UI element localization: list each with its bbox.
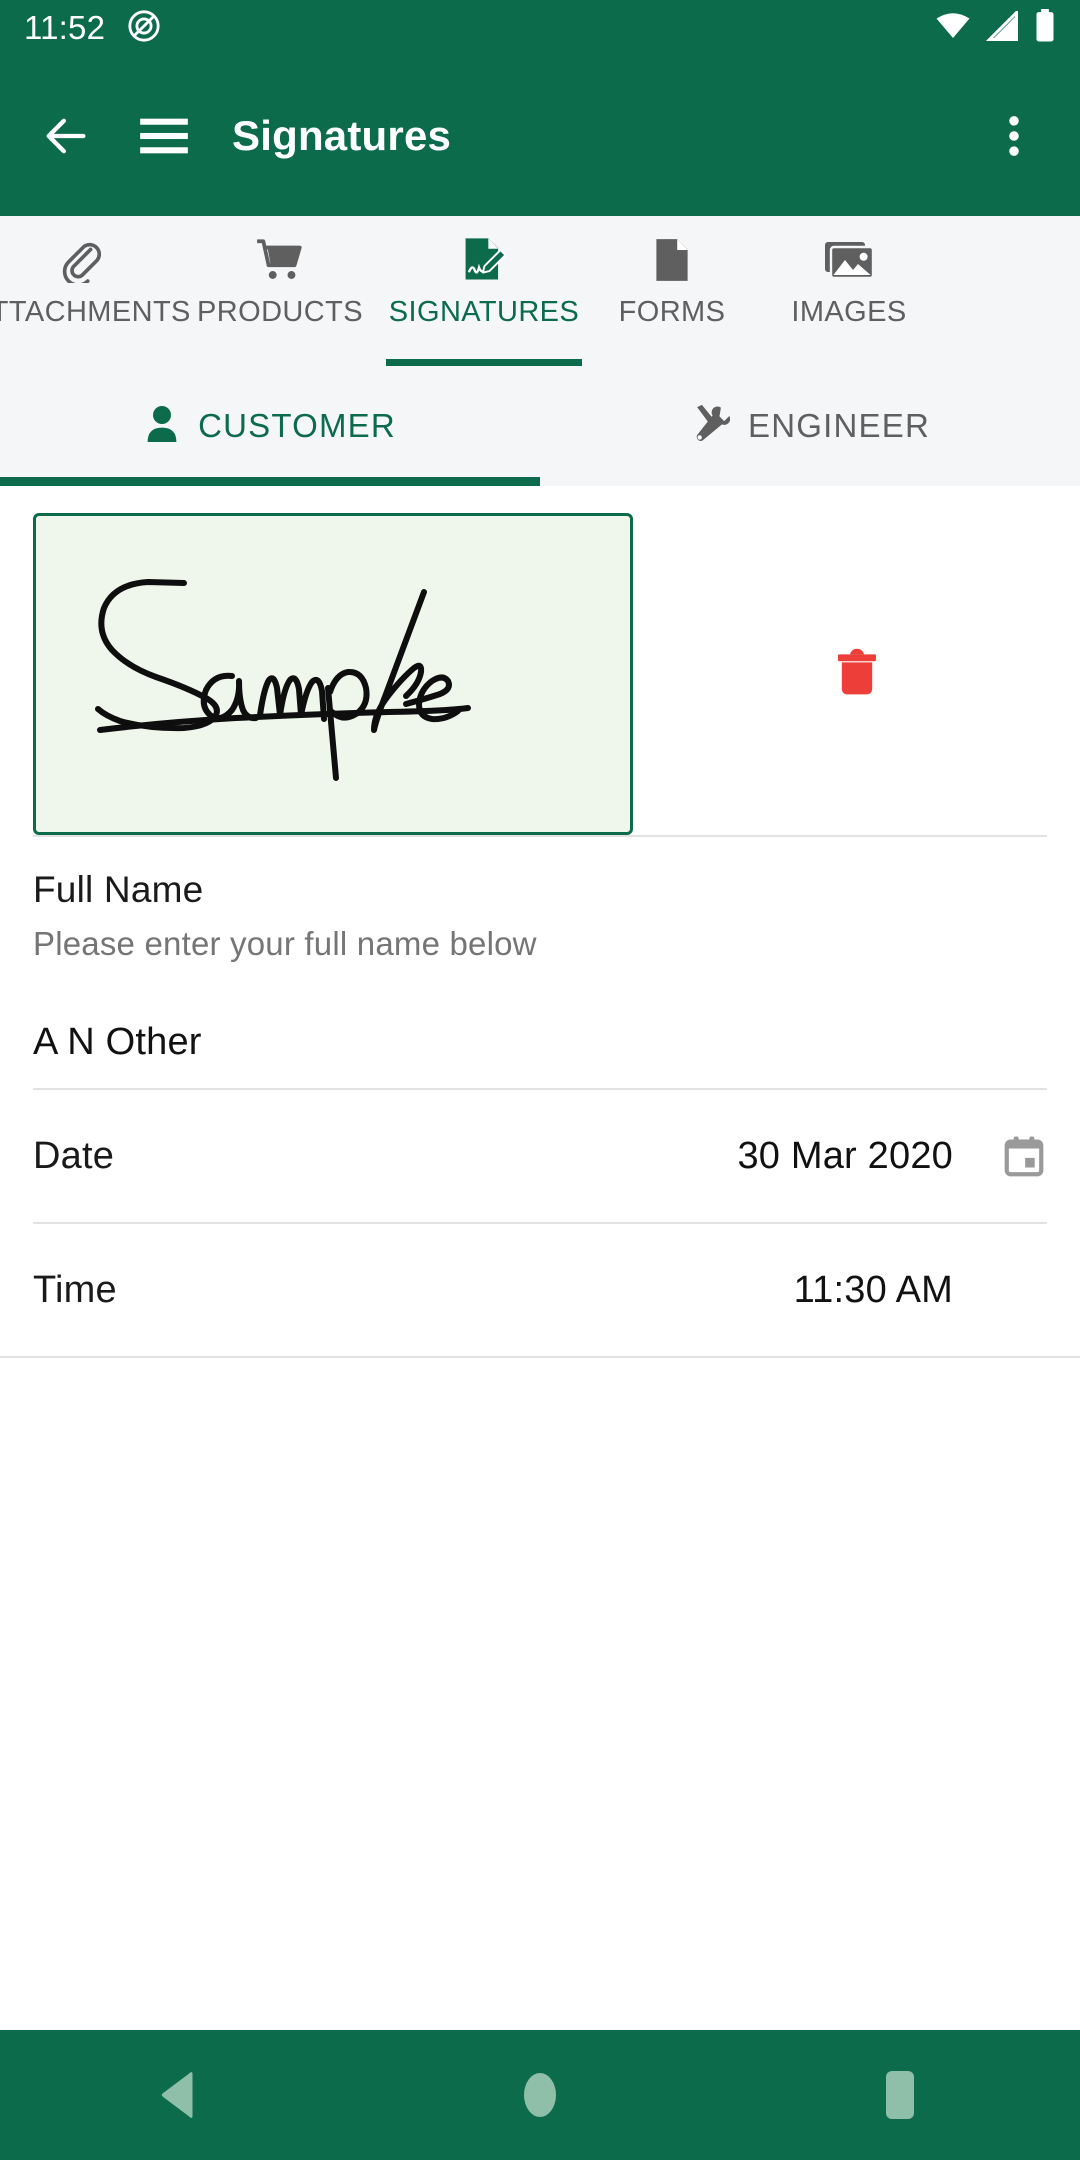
- full-name-hint: Please enter your full name below: [33, 925, 537, 962]
- wifi-icon: [934, 11, 972, 46]
- battery-icon: [1034, 8, 1056, 48]
- tab-products-label: PRODUCTS: [197, 296, 363, 328]
- date-value: 30 Mar 2020: [737, 1134, 953, 1177]
- more-vertical-icon[interactable]: [976, 98, 1052, 174]
- subtab-customer-label: CUSTOMER: [198, 407, 396, 444]
- nav-home-icon[interactable]: [360, 2067, 720, 2123]
- tools-icon: [690, 404, 731, 449]
- status-bar: 11:52: [0, 0, 1080, 56]
- app-bar: Signatures: [0, 56, 1080, 216]
- signature-document-icon: [458, 234, 510, 286]
- subtab-engineer-label: ENGINEER: [748, 407, 930, 444]
- full-name-field: Full Name Please enter your full name be…: [0, 837, 1080, 1088]
- tab-images[interactable]: IMAGES: [754, 216, 944, 366]
- tab-images-label: IMAGES: [791, 296, 907, 328]
- full-name-input[interactable]: A N Other: [33, 1021, 1047, 1088]
- document-icon: [650, 234, 694, 286]
- active-tab-indicator: [386, 359, 582, 366]
- person-icon: [144, 404, 180, 449]
- tab-attachments-label: ATTACHMENTS: [0, 296, 191, 328]
- date-row[interactable]: Date 30 Mar 2020: [0, 1090, 1080, 1222]
- images-icon: [823, 234, 875, 286]
- full-name-title: Full Name: [33, 869, 204, 910]
- tab-signatures-label: SIGNATURES: [388, 296, 580, 328]
- time-label: Time: [33, 1268, 117, 1311]
- subtab-customer[interactable]: CUSTOMER: [0, 366, 540, 486]
- divider-below-time: [0, 1356, 1080, 1358]
- hamburger-menu-icon[interactable]: [126, 98, 202, 174]
- paperclip-icon: [59, 234, 105, 286]
- time-value: 11:30 AM: [793, 1268, 953, 1311]
- tab-forms-label: FORMS: [618, 296, 726, 328]
- calendar-icon[interactable]: [985, 1133, 1047, 1179]
- back-arrow-icon[interactable]: [28, 98, 104, 174]
- cellular-signal-icon: [985, 8, 1020, 46]
- nav-back-icon[interactable]: [0, 2070, 360, 2120]
- status-bar-clock: 11:52: [24, 9, 106, 46]
- signature-canvas[interactable]: [33, 513, 633, 835]
- signature-row: [0, 486, 1080, 835]
- trash-icon[interactable]: [835, 646, 879, 703]
- screenshot-capture-icon: [127, 9, 161, 48]
- signature-drawing: [95, 579, 471, 781]
- nav-recents-icon[interactable]: [720, 2069, 1080, 2121]
- tab-products[interactable]: PRODUCTS: [182, 216, 378, 366]
- time-row[interactable]: Time 11:30 AM: [0, 1224, 1080, 1356]
- signature-delete-area: [633, 513, 1080, 835]
- main-tab-strip: ATTACHMENTS PRODUCTS SIGNATURES: [0, 216, 1080, 366]
- role-subtab-strip: CUSTOMER ENGINEER: [0, 366, 1080, 486]
- active-subtab-indicator: [0, 477, 540, 486]
- status-bar-right: [934, 8, 1056, 48]
- signature-content: Full Name Please enter your full name be…: [0, 486, 1080, 2030]
- subtab-engineer[interactable]: ENGINEER: [540, 366, 1080, 486]
- date-label: Date: [33, 1134, 115, 1177]
- status-bar-left: 11:52: [24, 9, 161, 48]
- tab-signatures[interactable]: SIGNATURES: [378, 216, 590, 366]
- shopping-cart-icon: [255, 234, 305, 286]
- tab-forms[interactable]: FORMS: [590, 216, 754, 366]
- tab-attachments[interactable]: ATTACHMENTS: [0, 216, 190, 366]
- system-navigation-bar: [0, 2030, 1080, 2160]
- page-title: Signatures: [232, 112, 452, 159]
